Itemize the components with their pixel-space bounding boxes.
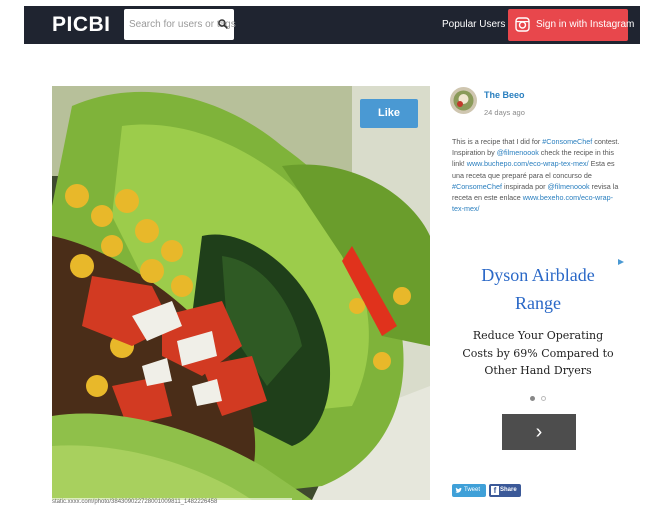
post-photo[interactable] bbox=[52, 86, 430, 500]
mention-link[interactable]: @filmenoook bbox=[548, 182, 590, 191]
hashtag-link[interactable]: #ConsomeChef bbox=[452, 182, 502, 191]
facebook-share-label: Share bbox=[500, 487, 517, 493]
search-input[interactable]: Search for users or tags bbox=[124, 9, 236, 40]
ad-title-link[interactable]: Dyson Airblade Range bbox=[458, 261, 618, 317]
post-author[interactable]: The Beeo bbox=[484, 89, 525, 101]
popular-users-link[interactable]: Popular Users bbox=[442, 16, 505, 34]
facebook-share-button[interactable]: f Share bbox=[489, 484, 521, 497]
ad-page-dot[interactable] bbox=[541, 396, 546, 401]
desc-text: inspirada por bbox=[501, 181, 548, 191]
signin-instagram-button[interactable]: Sign in with Instagram bbox=[508, 9, 634, 41]
twitter-bird-icon bbox=[455, 487, 462, 493]
photo-url-caption: static.xxxx.com/photo/384309022728001009… bbox=[52, 498, 292, 506]
adchoices-icon[interactable] bbox=[617, 258, 625, 266]
post-time: 24 days ago bbox=[484, 108, 525, 117]
ad-pagination bbox=[528, 395, 554, 403]
ad-body-text: Reduce Your Operating Costs by 69% Compa… bbox=[462, 329, 614, 377]
search-icon[interactable] bbox=[218, 19, 228, 29]
facebook-icon: f bbox=[491, 486, 499, 495]
avatar-image bbox=[450, 87, 477, 114]
ad-page-dot-active[interactable] bbox=[530, 396, 535, 401]
desc-text: This is a recipe that I did for bbox=[452, 137, 543, 146]
site-logo[interactable]: PICBI bbox=[52, 10, 111, 40]
ad-next-button[interactable]: › bbox=[502, 414, 576, 450]
post-description: This is a recipe that I did for #Consome… bbox=[452, 136, 624, 214]
mention-link[interactable]: @filmenoook bbox=[497, 148, 539, 157]
like-button[interactable]: Like bbox=[360, 99, 418, 128]
tweet-label: Tweet bbox=[464, 487, 481, 493]
signin-label: Sign in with Instagram bbox=[536, 19, 635, 30]
recipe-link[interactable]: www.buchepo.com/eco-wrap-tex-mex/ bbox=[467, 159, 589, 168]
hashtag-link[interactable]: #ConsomeChef bbox=[542, 137, 592, 146]
avatar[interactable] bbox=[450, 87, 477, 114]
top-navigation-bar: PICBI Search for users or tags Popular U… bbox=[24, 6, 640, 44]
instagram-icon bbox=[515, 17, 530, 32]
tweet-button[interactable]: Tweet bbox=[452, 484, 486, 497]
food-photo-image bbox=[52, 86, 430, 500]
